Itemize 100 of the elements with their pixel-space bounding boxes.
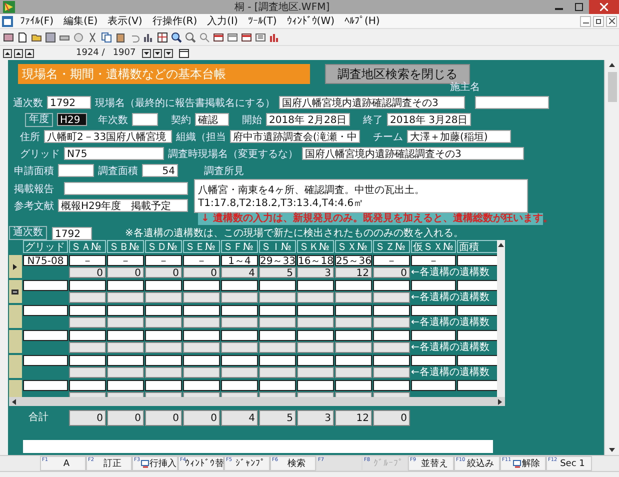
table-cell[interactable] [144, 355, 182, 366]
count-cell[interactable] [258, 367, 296, 378]
count-cell[interactable] [220, 317, 258, 328]
count-cell[interactable]: 0 [68, 267, 106, 278]
count-cell[interactable] [68, 317, 106, 328]
grid-cell[interactable] [22, 305, 68, 316]
menu-item[interactable]: 入力(I) [207, 14, 238, 28]
menu-item[interactable]: 編集(E) [64, 14, 98, 28]
page-icon[interactable] [17, 32, 28, 42]
surveyed-area-field[interactable]: 54 [142, 164, 178, 177]
table-cell[interactable] [182, 280, 220, 291]
table-cell[interactable] [220, 305, 258, 316]
table-cell[interactable] [68, 305, 106, 316]
year-count-field[interactable] [132, 113, 158, 126]
list-icon[interactable] [255, 32, 266, 42]
table-cell[interactable]: － [182, 255, 220, 266]
start-date-field[interactable]: 2018年 2月28日 [266, 113, 350, 126]
area-cell[interactable] [456, 305, 497, 316]
table-cell[interactable] [258, 280, 296, 291]
count-cell[interactable] [334, 292, 372, 303]
scrollbar-thumb[interactable] [608, 72, 616, 102]
record-selector[interactable] [8, 280, 22, 303]
table-cell[interactable] [144, 380, 182, 391]
table-cell[interactable] [258, 330, 296, 341]
table-cell[interactable] [182, 305, 220, 316]
record-selector[interactable] [8, 255, 22, 278]
menu-item[interactable]: ｳｨﾝﾄﾞｳ(W) [286, 15, 334, 27]
client-name-field[interactable] [474, 96, 549, 109]
count-cell[interactable] [258, 317, 296, 328]
first-record-button[interactable] [3, 48, 12, 58]
count-cell[interactable] [334, 342, 372, 353]
folder-icon[interactable] [31, 32, 42, 42]
table-cell[interactable] [182, 330, 220, 341]
table-cell[interactable]: 29～33 [258, 255, 296, 266]
last-record-button[interactable] [164, 48, 173, 58]
paste-icon[interactable] [115, 32, 126, 42]
table-cell[interactable] [106, 280, 144, 291]
applied-area-field[interactable] [58, 164, 94, 177]
count-cell[interactable] [68, 292, 106, 303]
grid-cell[interactable] [22, 330, 68, 341]
table-icon[interactable] [241, 32, 252, 42]
minimize-button[interactable] [580, 16, 591, 26]
next-record-button[interactable] [142, 48, 151, 58]
count-cell[interactable]: 3 [296, 267, 334, 278]
grid-cell[interactable] [22, 380, 68, 391]
zoom-icon[interactable] [171, 32, 182, 42]
memo-field[interactable] [22, 440, 493, 453]
table-icon[interactable] [227, 32, 238, 42]
count-cell[interactable] [296, 342, 334, 353]
table-cell[interactable] [220, 355, 258, 366]
count-cell[interactable] [334, 317, 372, 328]
count-cell[interactable] [258, 292, 296, 303]
menu-item[interactable]: ﾌｧｲﾙ(F) [20, 15, 54, 27]
count-cell[interactable] [372, 292, 410, 303]
table-cell[interactable] [334, 280, 372, 291]
table-cell[interactable] [144, 305, 182, 316]
previous-page-button[interactable] [14, 48, 23, 58]
grid-icon[interactable] [157, 32, 168, 42]
close-button[interactable] [606, 16, 617, 26]
survey-site-name-field[interactable]: 国府八幡宮境内遺跡確認調査その3 [302, 147, 524, 160]
next-page-button[interactable] [152, 48, 162, 58]
table-cell[interactable] [296, 280, 334, 291]
table-cell[interactable] [182, 380, 220, 391]
count-cell[interactable] [144, 342, 182, 353]
count-cell[interactable] [106, 317, 144, 328]
table-cell[interactable] [296, 355, 334, 366]
table-cell[interactable] [106, 305, 144, 316]
copy-icon[interactable] [101, 32, 112, 42]
chart-icon[interactable] [269, 32, 280, 42]
count-cell[interactable] [372, 367, 410, 378]
count-cell[interactable]: 5 [258, 267, 296, 278]
table-cell[interactable] [410, 280, 456, 291]
table-cell[interactable] [68, 330, 106, 341]
table-cell[interactable] [334, 330, 372, 341]
table-cell[interactable] [220, 380, 258, 391]
table-cell[interactable] [258, 380, 296, 391]
table-cell[interactable] [334, 355, 372, 366]
table-cell[interactable] [106, 355, 144, 366]
table-cell[interactable] [296, 330, 334, 341]
count-cell[interactable]: 0 [182, 267, 220, 278]
count-cell[interactable] [144, 367, 182, 378]
count-cell[interactable] [106, 292, 144, 303]
count-cell[interactable]: 12 [334, 267, 372, 278]
table-cell[interactable]: － [372, 255, 410, 266]
count-cell[interactable] [220, 342, 258, 353]
publication-field[interactable] [64, 182, 188, 195]
count-cell[interactable] [220, 292, 258, 303]
count-cell[interactable] [68, 367, 106, 378]
bars-icon[interactable] [143, 32, 154, 42]
area-cell[interactable] [456, 280, 497, 291]
count-cell[interactable] [372, 317, 410, 328]
area-cell[interactable] [456, 255, 497, 266]
serial-field[interactable]: 1792 [46, 96, 91, 109]
restore-button[interactable] [593, 16, 604, 26]
count-cell[interactable] [106, 367, 144, 378]
table-cell[interactable] [334, 380, 372, 391]
table-cell[interactable] [372, 330, 410, 341]
count-cell[interactable] [182, 342, 220, 353]
team-field[interactable]: 大澤＋加藤(稲垣) [406, 130, 511, 143]
count-cell[interactable] [372, 342, 410, 353]
